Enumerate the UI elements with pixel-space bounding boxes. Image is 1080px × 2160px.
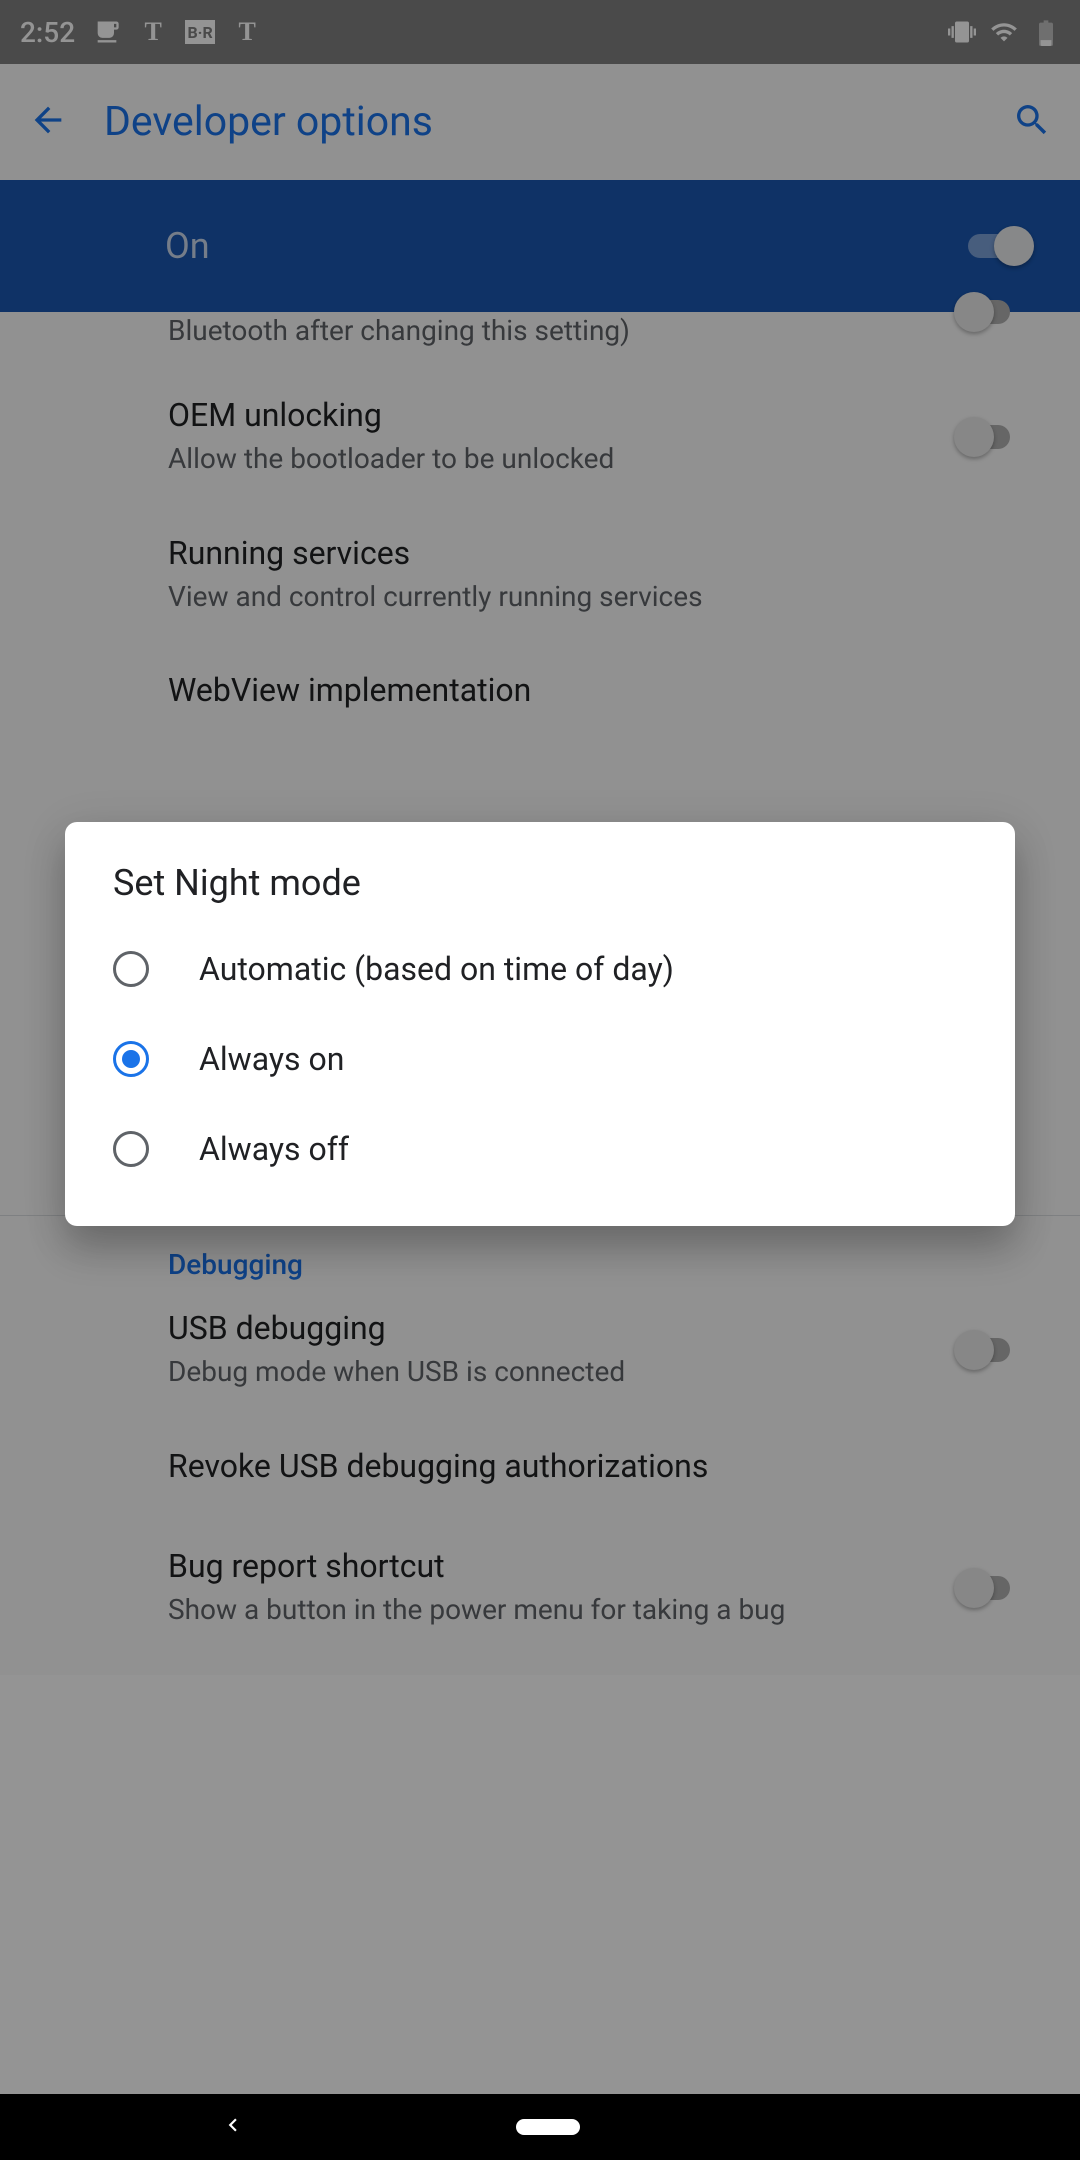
night-mode-dialog: Set Night mode Automatic (based on time …	[65, 822, 1015, 1226]
dialog-option-always-off[interactable]: Always off	[65, 1104, 1015, 1194]
dialog-option-always-on[interactable]: Always on	[65, 1014, 1015, 1104]
radio-icon[interactable]	[113, 1041, 149, 1077]
dialog-option-automatic[interactable]: Automatic (based on time of day)	[65, 924, 1015, 1014]
radio-icon[interactable]	[113, 951, 149, 987]
nav-home-pill[interactable]	[516, 2119, 580, 2135]
nav-back-icon[interactable]	[220, 2112, 246, 2142]
dialog-option-label: Always on	[199, 1040, 344, 1078]
navigation-bar	[0, 2094, 1080, 2160]
dialog-title: Set Night mode	[65, 862, 1015, 924]
dialog-option-label: Automatic (based on time of day)	[199, 950, 674, 988]
dialog-option-label: Always off	[199, 1130, 349, 1168]
radio-icon[interactable]	[113, 1131, 149, 1167]
